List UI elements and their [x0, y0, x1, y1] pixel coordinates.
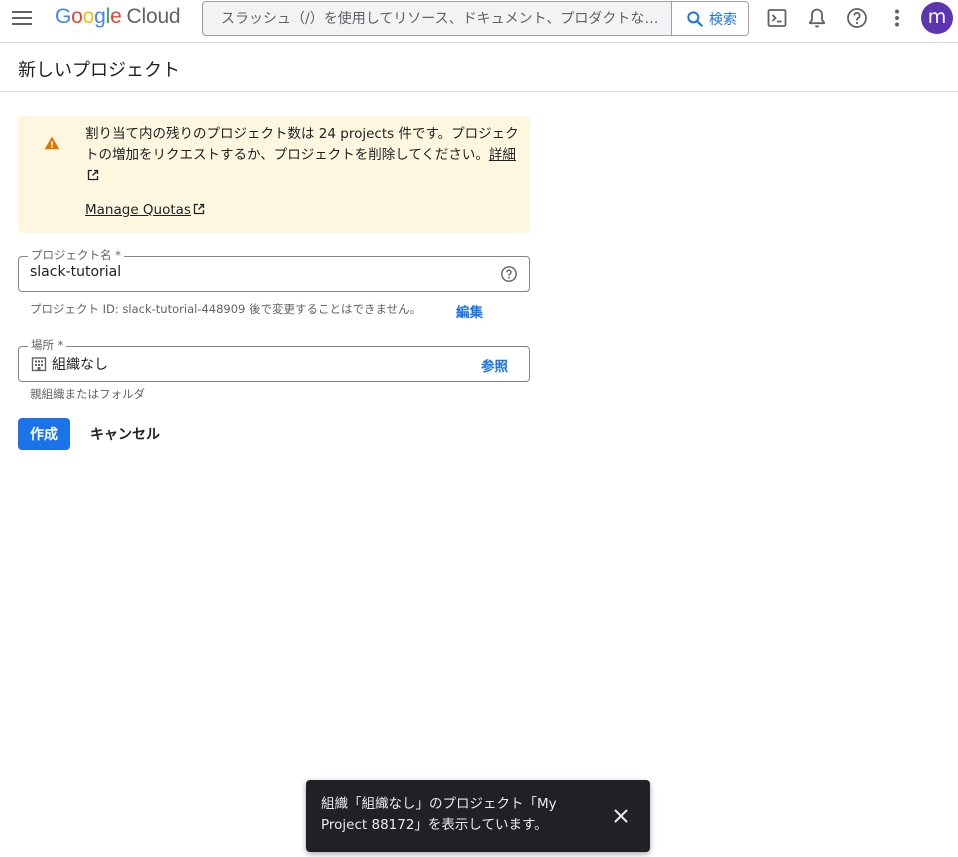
project-name-field[interactable]: プロジェクト名 * slack-tutorial — [18, 248, 530, 292]
more-vert-icon[interactable] — [885, 6, 909, 30]
warning-text: 割り当て内の残りのプロジェクト数は 24 projects 件です。プロジェクト… — [85, 124, 525, 187]
location-label: 場所 * — [28, 338, 67, 352]
search-button[interactable]: 検索 — [671, 2, 748, 35]
page-header: 新しいプロジェクト — [0, 42, 958, 92]
snackbar-message: 組織「組織なし」のプロジェクト「My Project 88172」を表示していま… — [321, 796, 557, 833]
location-field[interactable]: 場所 * 組織なし 参照 — [18, 338, 530, 382]
project-name-label: プロジェクト名 * — [28, 248, 124, 262]
snackbar: 組織「組織なし」のプロジェクト「My Project 88172」を表示していま… — [306, 780, 650, 852]
warning-icon — [44, 136, 60, 150]
page-title: 新しいプロジェクト — [18, 60, 180, 81]
edit-project-id-link[interactable]: 編集 — [456, 301, 483, 321]
manage-quotas-link[interactable]: Manage Quotas — [85, 202, 191, 218]
search-input[interactable] — [203, 2, 671, 35]
quota-warning: 割り当て内の残りのプロジェクト数は 24 projects 件です。プロジェクト… — [18, 116, 530, 233]
project-name-value[interactable]: slack-tutorial — [30, 264, 121, 280]
project-id-hint: プロジェクト ID: slack-tutorial-448909 後で変更するこ… — [30, 302, 422, 316]
details-link[interactable]: 詳細 — [489, 147, 516, 163]
external-link-icon — [87, 169, 99, 181]
search-icon — [687, 10, 703, 27]
location-hint: 親組織またはフォルダ — [30, 387, 145, 401]
cloud-shell-icon[interactable] — [765, 6, 789, 30]
google-cloud-logo[interactable]: Google Cloud — [55, 5, 181, 29]
avatar[interactable]: m — [921, 2, 953, 34]
cancel-button[interactable]: キャンセル — [82, 418, 168, 450]
external-link-icon — [193, 203, 205, 215]
help-icon[interactable] — [845, 6, 869, 30]
search-bar: 検索 — [202, 1, 749, 36]
building-icon — [31, 357, 47, 372]
close-icon[interactable] — [612, 807, 630, 825]
create-button[interactable]: 作成 — [18, 418, 70, 450]
bell-icon[interactable] — [805, 6, 829, 30]
browse-button[interactable]: 参照 — [481, 355, 508, 375]
menu-icon[interactable] — [10, 7, 34, 29]
location-value: 組織なし — [52, 357, 108, 373]
help-circle-icon[interactable] — [500, 265, 518, 283]
top-bar: GoogleCloud 検索 m — [0, 0, 958, 36]
manage-quotas-link-wrap: Manage Quotas — [85, 200, 205, 220]
search-button-label: 検索 — [709, 11, 737, 28]
